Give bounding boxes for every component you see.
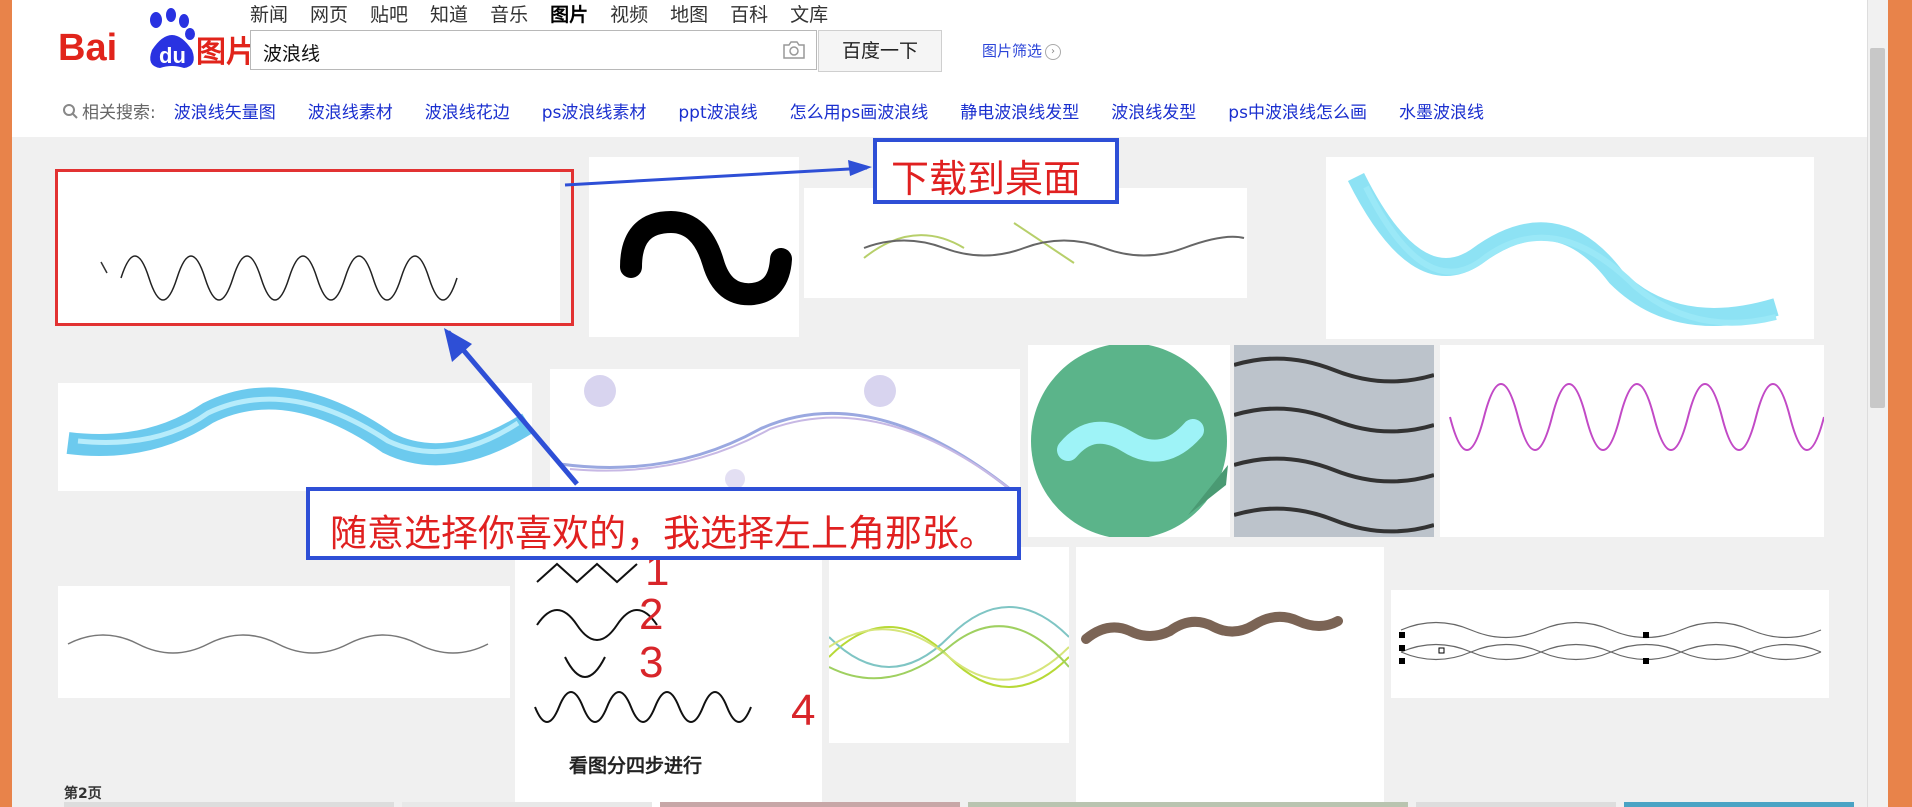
result-image-black-tilde[interactable]: [589, 157, 799, 337]
related-search-link[interactable]: 波浪线素材: [308, 98, 393, 123]
vertical-scrollbar[interactable]: [1867, 0, 1888, 807]
nav-item-3[interactable]: 知道: [430, 0, 468, 27]
logo-bai: Bai: [58, 27, 117, 69]
nav-item-5[interactable]: 图片: [550, 0, 588, 27]
selection-highlight-frame: [55, 169, 574, 326]
page-2-label: 第2页: [64, 786, 102, 802]
result-image-green-circle[interactable]: [1028, 345, 1230, 537]
nav-item-9[interactable]: 文库: [790, 0, 828, 27]
nav-item-2[interactable]: 贴吧: [370, 0, 408, 27]
search-input[interactable]: 波浪线: [250, 30, 817, 70]
logo-du: du: [159, 43, 186, 68]
result-image-gray-wave[interactable]: [58, 586, 510, 698]
image-filter-link[interactable]: 图片筛选 ›: [982, 40, 1062, 61]
scrollbar-thumb[interactable]: [1870, 48, 1885, 408]
top-nav: 新闻 网页 贴吧 知道 音乐 图片 视频 地图 百科 文库: [250, 0, 828, 27]
related-label-text: 相关搜索:: [82, 103, 156, 123]
choose-annotation-text: 随意选择你喜欢的，我选择左上角那张。: [330, 512, 996, 555]
result-image-double-wave[interactable]: [1391, 590, 1829, 698]
choose-annotation-box: 随意选择你喜欢的，我选择左上角那张。: [306, 487, 1021, 560]
related-search-link[interactable]: 波浪线花边: [425, 98, 510, 123]
nav-item-4[interactable]: 音乐: [490, 0, 528, 27]
nav-item-0[interactable]: 新闻: [250, 0, 288, 27]
next-page-thumbnails: [64, 802, 1864, 807]
image-filter-label: 图片筛选: [982, 42, 1043, 60]
search-button[interactable]: 百度一下: [818, 30, 942, 72]
chevron-right-icon: ›: [1045, 43, 1062, 60]
download-annotation-text: 下载到桌面: [891, 157, 1082, 201]
nav-item-1[interactable]: 网页: [310, 0, 348, 27]
result-image-brown-wave[interactable]: [1076, 547, 1384, 807]
download-annotation-box: 下载到桌面: [873, 138, 1119, 204]
related-search-link[interactable]: 静电波浪线发型: [960, 98, 1079, 123]
header: Bai du 图片 新闻 网页 贴吧 知道 音乐 图片 视频 地图 百科 文库 波浪线 百度一下 …: [12, 0, 1876, 138]
baidu-image-search-page: Bai du 图片 新闻 网页 贴吧 知道 音乐 图片 视频 地图 百科 文库 波浪线 百度一下 …: [12, 0, 1876, 807]
logo-tupian: 图片: [196, 35, 256, 70]
result-image-green-lines[interactable]: [829, 547, 1069, 743]
result-image-purple-sine[interactable]: [1440, 345, 1824, 537]
related-search-link[interactable]: 水墨波浪线: [1399, 98, 1484, 123]
baidu-logo[interactable]: Bai du 图片: [56, 8, 256, 76]
nav-item-6[interactable]: 视频: [610, 0, 648, 27]
window-frame-right: [1888, 0, 1912, 807]
step-number-3: 3: [639, 638, 663, 687]
result-image-thin-waves[interactable]: [804, 188, 1247, 298]
related-label: 相关搜索:: [62, 98, 156, 123]
search-query[interactable]: 波浪线: [263, 39, 320, 66]
result-image-four-steps[interactable]: 1 2 3 4 看图分四步进行: [515, 547, 822, 807]
related-search-link[interactable]: ppt波浪线: [678, 98, 757, 123]
steps-caption: 看图分四步进行: [568, 754, 702, 777]
related-search-link[interactable]: 怎么用ps画波浪线: [790, 98, 929, 123]
related-search-link[interactable]: 波浪线发型: [1111, 98, 1196, 123]
result-image-blue-ribbon[interactable]: [58, 383, 532, 491]
nav-item-8[interactable]: 百科: [730, 0, 768, 27]
step-number-2: 2: [639, 590, 663, 639]
result-image-cyan-ribbon[interactable]: [1326, 157, 1814, 339]
related-search-link[interactable]: 波浪线矢量图: [174, 98, 276, 123]
window-frame-left: [0, 0, 12, 807]
result-image-metal-waves[interactable]: [1234, 345, 1434, 537]
step-number-4: 4: [791, 686, 815, 735]
related-search-link[interactable]: ps波浪线素材: [542, 98, 647, 123]
search-icon: [63, 103, 78, 119]
nav-item-7[interactable]: 地图: [670, 0, 708, 27]
related-searches: 相关搜索: 波浪线矢量图 波浪线素材 波浪线花边 ps波浪线素材 ppt波浪线 怎么用ps…: [62, 98, 1516, 123]
related-search-link[interactable]: ps中波浪线怎么画: [1228, 98, 1367, 123]
camera-icon[interactable]: [782, 40, 806, 60]
